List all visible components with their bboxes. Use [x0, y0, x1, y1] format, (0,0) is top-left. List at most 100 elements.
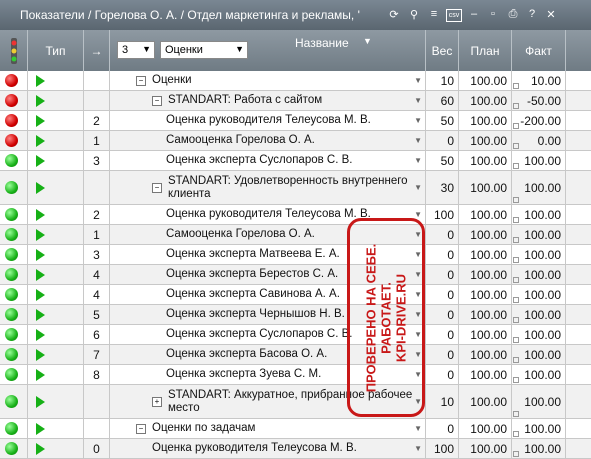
table-row[interactable]: 3 Оценка эксперта Суслопаров С. В. ▼ 50 100.… — [0, 151, 591, 171]
name-column-header[interactable]: Название ▼ — [110, 30, 426, 71]
row-dropdown-icon[interactable]: ▼ — [414, 422, 422, 435]
play-icon[interactable] — [36, 114, 45, 127]
table-row[interactable]: 2 Оценка руководителя Телеусова М. В. ▼ 50 1… — [0, 111, 591, 131]
name-cell[interactable]: Оценка руководителя Телеусова М. В. ▼ — [110, 111, 426, 130]
play-icon[interactable] — [36, 395, 45, 408]
plan-value: 100.00 — [470, 113, 507, 128]
weight-cell: 10 — [426, 385, 459, 418]
play-icon[interactable] — [36, 328, 45, 341]
table-row[interactable]: + STANDART: Аккуратное, прибранное рабоче… — [0, 385, 591, 419]
restore-icon[interactable]: ▫ — [486, 7, 500, 21]
search-icon[interactable]: ⚲ — [407, 7, 421, 21]
order-number: 6 — [93, 327, 100, 342]
name-cell[interactable]: − STANDART: Удовлетворенность внутреннего… — [110, 171, 426, 204]
fact-cell: -200.00 — [512, 111, 566, 130]
play-icon[interactable] — [36, 268, 45, 281]
expand-icon[interactable]: + — [152, 396, 162, 407]
row-dropdown-icon[interactable]: ▼ — [414, 442, 422, 455]
minimize-icon[interactable]: – — [467, 7, 481, 21]
table-row[interactable]: 2 Оценка руководителя Телеусова М. В. ▼ 100… — [0, 205, 591, 225]
cell-marker-icon — [513, 451, 519, 457]
indicator-name: Оценки по задачам — [152, 422, 256, 434]
collapse-icon[interactable]: − — [152, 95, 162, 106]
weight-column-header[interactable]: Вес — [426, 30, 459, 71]
print-icon[interactable]: ⎙ — [506, 7, 520, 21]
play-icon[interactable] — [36, 348, 45, 361]
order-column-header[interactable]: → — [84, 30, 110, 71]
plan-value: 100.00 — [470, 267, 507, 282]
order-cell: 8 — [84, 365, 110, 384]
plan-cell: 100.00 — [459, 245, 512, 264]
table-row[interactable]: 4 Оценка эксперта Берестов С. А. ▼ 0 100.00 1… — [0, 265, 591, 285]
level-select[interactable]: 3 ▼ — [117, 41, 155, 59]
fact-cell: 100.00 — [512, 151, 566, 170]
cell-marker-icon — [513, 103, 519, 109]
plan-cell: 100.00 — [459, 151, 512, 170]
close-icon[interactable]: ✕ — [544, 7, 558, 21]
table-row[interactable]: − STANDART: Удовлетворенность внутреннего… — [0, 171, 591, 205]
row-dropdown-icon[interactable]: ▼ — [414, 94, 422, 107]
name-cell[interactable]: Оценка эксперта Суслопаров С. В. ▼ — [110, 151, 426, 170]
play-icon[interactable] — [36, 74, 45, 87]
collapse-icon[interactable]: − — [152, 182, 162, 193]
weight-value: 0 — [447, 133, 454, 148]
plan-cell: 100.00 — [459, 171, 512, 204]
collapse-icon[interactable]: − — [136, 423, 146, 434]
fact-column-header[interactable]: Факт — [512, 30, 566, 71]
table-row[interactable]: − STANDART: Работа с сайтом ▼ 60 100.00 -50.0… — [0, 91, 591, 111]
table-row[interactable]: 0 Оценка руководителя Телеусова М. В. ▼ 100… — [0, 439, 591, 459]
table-row[interactable]: 7 Оценка эксперта Басова О. А. ▼ 0 100.00 100… — [0, 345, 591, 365]
play-icon[interactable] — [36, 181, 45, 194]
order-cell — [84, 171, 110, 204]
table-row[interactable]: 6 Оценка эксперта Суслопаров С. В. ▼ 0 100.0… — [0, 325, 591, 345]
table-row[interactable]: 4 Оценка эксперта Савинова А. А. ▼ 0 100.00 1… — [0, 285, 591, 305]
name-cell[interactable]: − Оценки ▼ — [110, 71, 426, 90]
fact-value: 100.00 — [524, 153, 561, 168]
play-icon[interactable] — [36, 154, 45, 167]
type-column-header[interactable]: Тип — [28, 30, 84, 71]
table-row[interactable]: − Оценки ▼ 10 100.00 10.00 — [0, 71, 591, 91]
name-cell[interactable]: Самооценка Горелова О. А. ▼ — [110, 131, 426, 150]
row-dropdown-icon[interactable]: ▼ — [414, 181, 422, 194]
csv-icon[interactable]: csv — [446, 9, 462, 22]
chevron-down-icon: ▼ — [142, 44, 151, 54]
order-number: 5 — [93, 307, 100, 322]
type-cell — [28, 419, 84, 438]
play-icon[interactable] — [36, 208, 45, 221]
play-icon[interactable] — [36, 368, 45, 381]
help-icon[interactable]: ? — [525, 7, 539, 21]
status-indicator-icon — [5, 208, 18, 221]
collapse-icon[interactable]: − — [136, 75, 146, 86]
name-cell[interactable]: − STANDART: Работа с сайтом ▼ — [110, 91, 426, 110]
order-cell: 6 — [84, 325, 110, 344]
play-icon[interactable] — [36, 288, 45, 301]
cell-marker-icon — [513, 237, 519, 243]
table-row[interactable]: 5 Оценка эксперта Чернышов Н. В. ▼ 0 100.00 1… — [0, 305, 591, 325]
row-dropdown-icon[interactable]: ▼ — [414, 74, 422, 87]
name-cell[interactable]: − Оценки по задачам ▼ — [110, 419, 426, 438]
plan-column-header[interactable]: План — [459, 30, 512, 71]
table-row[interactable]: 1 Самооценка Горелова О. А. ▼ 0 100.00 0.00 — [0, 131, 591, 151]
table-row[interactable]: 8 Оценка эксперта Зуева С. М. ▼ 0 100.00 100.… — [0, 365, 591, 385]
filter-select[interactable]: Оценки ▼ — [160, 41, 248, 59]
table-row[interactable]: − Оценки по задачам ▼ 0 100.00 100.00 — [0, 419, 591, 439]
play-icon[interactable] — [36, 228, 45, 241]
list-icon[interactable]: ≡ — [427, 7, 441, 21]
row-dropdown-icon[interactable]: ▼ — [414, 154, 422, 167]
row-dropdown-icon[interactable]: ▼ — [414, 114, 422, 127]
name-cell[interactable]: Оценка руководителя Телеусова М. В. ▼ — [110, 439, 426, 458]
refresh-icon[interactable]: ⟳ — [387, 7, 401, 21]
play-icon[interactable] — [36, 94, 45, 107]
table-row[interactable]: 3 Оценка эксперта Матвеева Е. А. ▼ 0 100.00 1… — [0, 245, 591, 265]
play-icon[interactable] — [36, 422, 45, 435]
status-column-header[interactable] — [0, 30, 28, 71]
table-row[interactable]: 1 Самооценка Горелова О. А. ▼ 0 100.00 100.00 — [0, 225, 591, 245]
play-icon[interactable] — [36, 134, 45, 147]
sort-arrow-icon[interactable]: ▼ — [363, 36, 372, 46]
plan-cell: 100.00 — [459, 285, 512, 304]
cell-marker-icon — [513, 317, 519, 323]
play-icon[interactable] — [36, 442, 45, 455]
play-icon[interactable] — [36, 248, 45, 261]
play-icon[interactable] — [36, 308, 45, 321]
row-dropdown-icon[interactable]: ▼ — [414, 134, 422, 147]
